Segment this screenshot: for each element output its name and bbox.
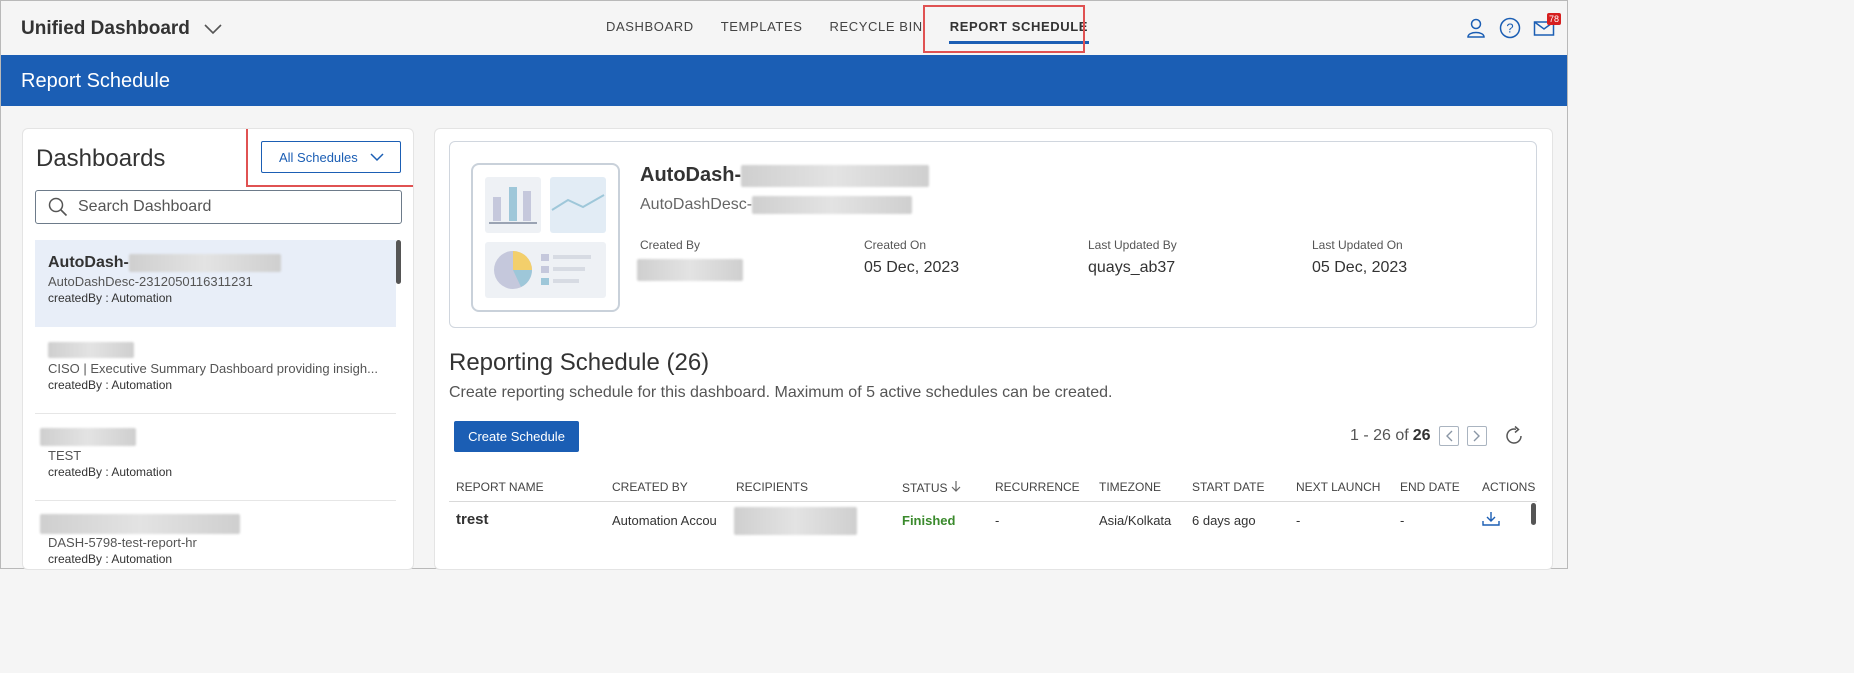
svg-text:?: ?	[1506, 21, 1513, 36]
col-status[interactable]: STATUS	[902, 480, 961, 495]
meta-last-updated-on: Last Updated On 05 Dec, 2023	[1312, 238, 1407, 277]
chevron-right-icon	[1473, 430, 1480, 442]
col-report-name[interactable]: REPORT NAME	[456, 480, 544, 494]
dashboard-list-item[interactable]: CISO | Executive Summary Dashboard provi…	[35, 327, 396, 414]
redacted-text	[734, 507, 857, 535]
dashboard-list-item[interactable]: TEST createdBy : Automation	[35, 414, 396, 501]
cell-end-date: -	[1400, 513, 1405, 528]
top-nav: Unified Dashboard DASHBOARD TEMPLATES RE…	[1, 1, 1567, 55]
col-timezone[interactable]: TIMEZONE	[1099, 480, 1161, 494]
top-icons: ? 78	[1465, 13, 1561, 39]
meta-value: quays_ab37	[1088, 259, 1176, 276]
dashboard-desc: AutoDashDesc-2312050116311231	[48, 274, 253, 289]
meta-label: Last Updated On	[1312, 238, 1403, 252]
meta-created-on: Created On 05 Dec, 2023	[864, 238, 959, 277]
dashboard-created-by: createdBy : Automation	[48, 552, 173, 566]
meta-value: 05 Dec, 2023	[1312, 259, 1408, 276]
meta-last-updated-by: Last Updated By quays_ab37	[1088, 238, 1177, 277]
tab-recycle-bin[interactable]: RECYCLE BIN	[829, 19, 922, 34]
prev-page-button[interactable]	[1438, 426, 1459, 446]
col-recipients[interactable]: RECIPIENTS	[736, 480, 808, 494]
status-badge: Finished	[902, 513, 956, 528]
dashboard-list-item[interactable]: AutoDash- AutoDashDesc-2312050116311231 …	[35, 240, 396, 327]
redacted-text	[40, 514, 240, 534]
pager-range: 1 - 26 of	[1350, 427, 1409, 444]
dashboard-desc: TEST	[48, 448, 82, 463]
redacted-text	[128, 254, 281, 272]
col-actions: ACTIONS	[1482, 480, 1536, 494]
create-schedule-button[interactable]: Create Schedule	[454, 421, 579, 452]
redacted-text	[637, 259, 743, 281]
app-switcher[interactable]: Unified Dashboard	[21, 18, 222, 40]
col-start-date[interactable]: START DATE	[1192, 480, 1264, 494]
dashboard-detail-card: AutoDash- AutoDashDesc- Created By Creat…	[449, 141, 1537, 328]
search-input[interactable]: Search Dashboard	[35, 190, 402, 224]
schedule-panel: AutoDash- AutoDashDesc- Created By Creat…	[434, 128, 1553, 570]
meta-created-by: Created By	[637, 238, 743, 286]
annotation-highlight-box	[923, 5, 1085, 53]
pager-total: 26	[1412, 427, 1431, 444]
dashboard-list-item[interactable]: DASH-5798-test-report-hr createdBy : Aut…	[35, 501, 396, 569]
help-icon[interactable]: ?	[1499, 17, 1521, 39]
search-icon	[48, 197, 68, 217]
dashboard-desc: DASH-5798-test-report-hr	[48, 535, 197, 550]
dashboards-panel: Dashboards All Schedules Search Dashboar…	[22, 128, 414, 570]
cell-timezone: Asia/Kolkata	[1099, 513, 1172, 528]
scrollbar[interactable]	[1531, 503, 1536, 525]
dashboard-created-by: createdBy : Automation	[48, 378, 173, 392]
cell-recurrence: -	[995, 513, 1000, 528]
pagination: 1 - 26 of 26	[1350, 425, 1525, 447]
search-placeholder: Search Dashboard	[78, 198, 212, 215]
redacted-text	[48, 342, 134, 358]
meta-label: Last Updated By	[1088, 238, 1177, 252]
col-recurrence[interactable]: RECURRENCE	[995, 480, 1080, 494]
table-row[interactable]: trest Automation Accou Finished - Asia/K…	[449, 503, 1537, 537]
dashboard-created-by: createdBy : Automation	[48, 465, 173, 479]
dashboard-name: AutoDash-	[48, 254, 129, 271]
user-icon[interactable]	[1465, 17, 1487, 39]
meta-label: Created On	[864, 238, 927, 252]
col-status-label: STATUS	[902, 481, 948, 495]
dashboard-preview-icon	[485, 177, 606, 298]
dashboard-created-by: createdBy : Automation	[48, 291, 173, 305]
notification-badge: 78	[1546, 13, 1561, 25]
meta-label: Created By	[640, 238, 701, 252]
page-banner: Report Schedule	[1, 55, 1567, 106]
dashboard-description: AutoDashDesc-	[640, 196, 753, 213]
app-title: Unified Dashboard	[21, 18, 190, 39]
chevron-down-icon	[204, 24, 222, 35]
cell-report-name[interactable]: trest	[456, 511, 489, 528]
scrollbar[interactable]	[396, 240, 401, 284]
schedule-subtitle: Create reporting schedule for this dashb…	[449, 384, 1113, 401]
meta-value: 05 Dec, 2023	[864, 259, 960, 276]
tab-dashboard[interactable]: DASHBOARD	[606, 19, 694, 34]
page-title: Report Schedule	[21, 70, 170, 92]
col-next-launch[interactable]: NEXT LAUNCH	[1296, 480, 1380, 494]
chevron-left-icon	[1445, 430, 1452, 442]
refresh-icon[interactable]	[1503, 425, 1525, 447]
col-created-by[interactable]: CREATED BY	[612, 480, 688, 494]
dashboards-title: Dashboards	[36, 145, 166, 172]
dashboard-desc: CISO | Executive Summary Dashboard provi…	[48, 361, 378, 376]
annotation-highlight-box	[246, 129, 413, 187]
table-header: REPORT NAME CREATED BY RECIPIENTS STATUS…	[449, 474, 1537, 502]
tab-templates[interactable]: TEMPLATES	[721, 19, 803, 34]
cell-created-by: Automation Accou	[612, 513, 717, 528]
download-icon[interactable]	[1482, 511, 1500, 530]
cell-start-date: 6 days ago	[1192, 513, 1256, 528]
dashboard-title: AutoDash-	[640, 164, 742, 186]
cell-next-launch: -	[1296, 513, 1301, 528]
next-page-button[interactable]	[1466, 426, 1487, 446]
redacted-text	[40, 428, 136, 446]
schedule-title: Reporting Schedule (26)	[449, 349, 710, 376]
sort-down-icon	[951, 481, 961, 492]
col-end-date[interactable]: END DATE	[1400, 480, 1460, 494]
dashboard-thumbnail	[471, 163, 620, 312]
redacted-text	[741, 164, 930, 187]
mail-icon[interactable]: 78	[1533, 13, 1561, 39]
redacted-text	[752, 196, 913, 214]
